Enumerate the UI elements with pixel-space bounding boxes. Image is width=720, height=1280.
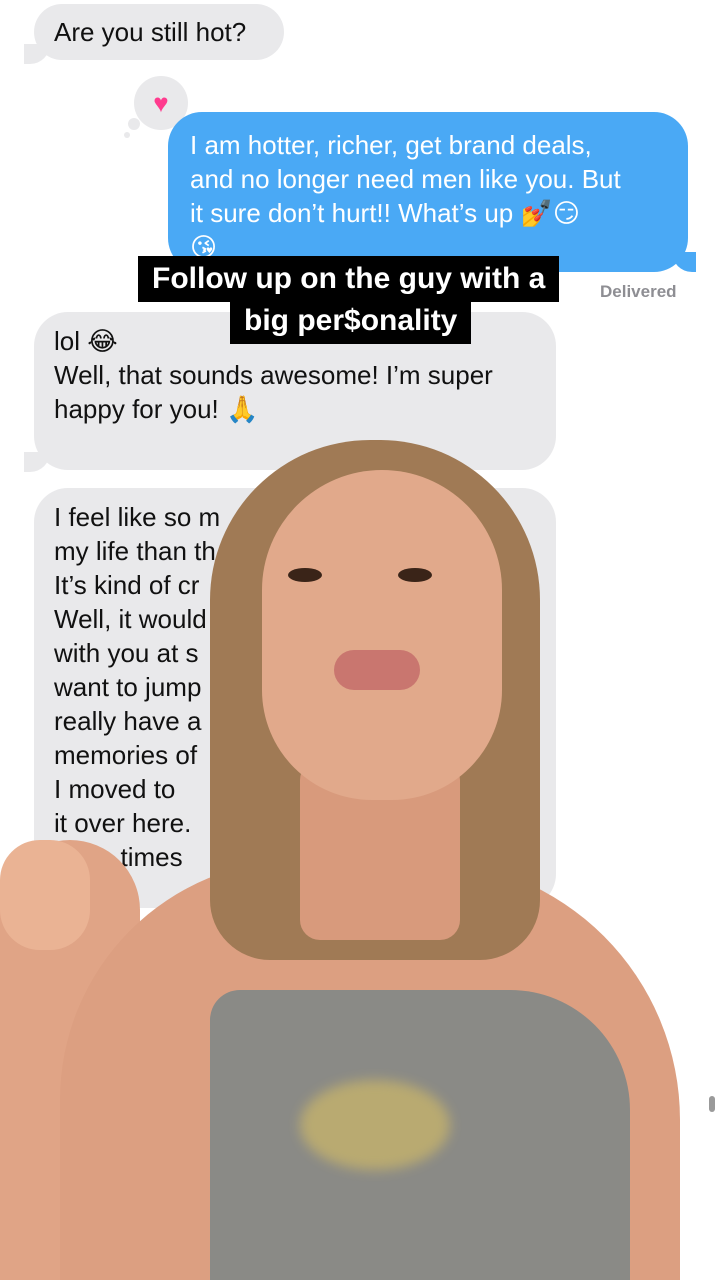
- message-text: happy for you! 🙏: [54, 394, 259, 424]
- garment-shine: [300, 1080, 450, 1170]
- eye-shape: [398, 568, 432, 582]
- eye-shape: [288, 568, 322, 582]
- caption-line-2: big per$onality: [230, 298, 472, 344]
- message-incoming-1[interactable]: Are you still hot?: [34, 4, 284, 60]
- caption-line-1: Follow up on the guy with a: [138, 256, 560, 302]
- heart-icon: ♥: [153, 87, 169, 118]
- hand-shape: [0, 840, 90, 950]
- face-shape: [262, 470, 502, 800]
- bubble-tail: [672, 252, 696, 272]
- tapback-dot: [128, 118, 140, 130]
- scrollbar[interactable]: [709, 1096, 715, 1112]
- bubble-tail: [24, 452, 50, 472]
- bubble-tail: [24, 44, 50, 64]
- message-outgoing-1[interactable]: I am hotter, richer, get brand deals, an…: [168, 112, 688, 272]
- lips-shape: [334, 650, 420, 690]
- message-text: Are you still hot?: [54, 17, 247, 47]
- tapback-dot: [124, 132, 130, 138]
- message-text: Well, that sounds awesome! I’m super: [54, 360, 493, 390]
- message-text: it sure don’t hurt!! What’s up 💅😏: [190, 198, 580, 228]
- message-text: I am hotter, richer, get brand deals,: [190, 130, 592, 160]
- message-text: and no longer need men like you. But: [190, 164, 621, 194]
- delivered-status: Delivered: [600, 282, 677, 301]
